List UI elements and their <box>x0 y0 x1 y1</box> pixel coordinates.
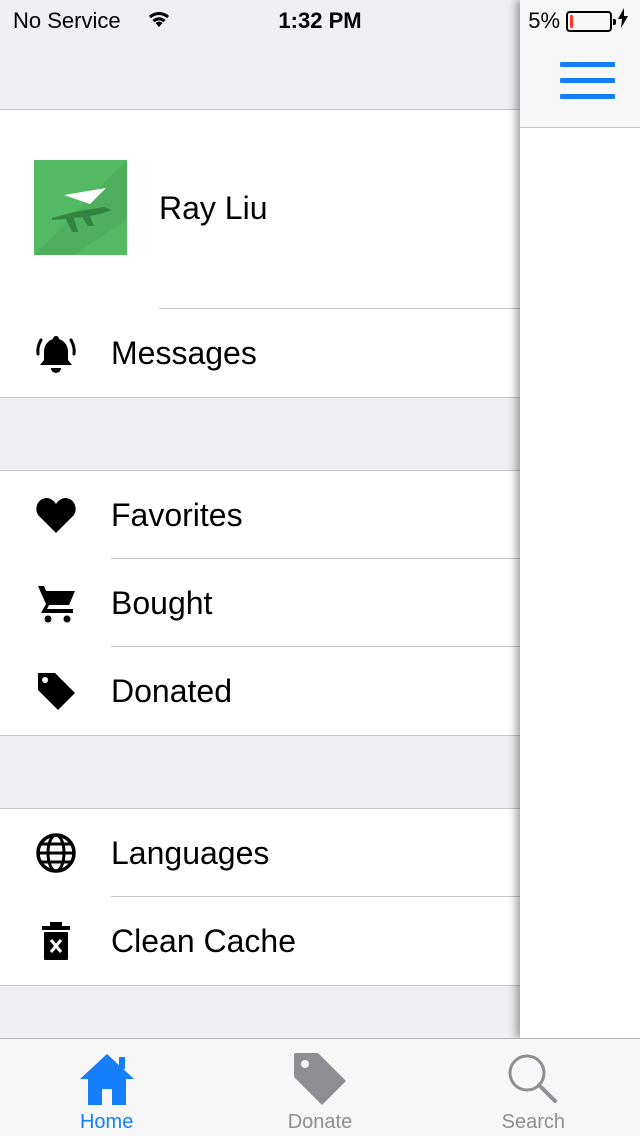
menu-item-messages[interactable]: Messages <box>0 309 520 397</box>
side-drawer: Ray Liu Messages Favorites Bought Donate… <box>0 0 520 1038</box>
activity-group: Favorites Bought Donated <box>0 470 520 736</box>
app-screen: Ray Liu Messages Favorites Bought Donate… <box>0 0 640 1136</box>
profile-row[interactable]: Ray Liu <box>0 110 520 309</box>
menu-item-clean-cache[interactable]: Clean Cache <box>0 897 520 985</box>
menu-item-label: Donated <box>111 672 232 709</box>
menu-item-label: Messages <box>111 334 257 371</box>
bolt-icon <box>618 8 628 34</box>
menu-item-label: Bought <box>111 584 213 621</box>
tab-donate[interactable]: Donate <box>213 1039 426 1136</box>
status-bar: No Service 1:32 PM 5% <box>0 0 640 40</box>
globe-icon <box>34 831 78 875</box>
profile-name: Ray Liu <box>159 190 268 226</box>
settings-group: Languages Clean Cache <box>0 808 520 986</box>
tab-label: Search <box>501 1111 565 1133</box>
section-gap <box>0 736 520 808</box>
cart-icon <box>34 581 78 625</box>
search-icon <box>503 1049 563 1109</box>
menu-item-languages[interactable]: Languages <box>0 809 520 897</box>
battery-icon <box>566 10 616 32</box>
tag-icon <box>34 669 78 713</box>
battery-indicator: 5% <box>528 8 628 34</box>
menu-item-label: Clean Cache <box>111 922 296 959</box>
tab-search[interactable]: Search <box>427 1039 640 1136</box>
menu-item-bought[interactable]: Bought <box>0 559 520 647</box>
menu-item-label: Favorites <box>111 496 243 533</box>
battery-percent: 5% <box>528 8 560 33</box>
section-gap <box>0 398 520 470</box>
tab-label: Home <box>79 1111 134 1133</box>
tab-home[interactable]: Home <box>0 1039 213 1136</box>
bell-icon <box>34 331 78 375</box>
menu-item-donated[interactable]: Donated <box>0 647 520 735</box>
tab-label: Donate <box>287 1111 353 1133</box>
main-content-panel[interactable] <box>520 0 640 1038</box>
heart-icon <box>34 493 78 537</box>
home-icon <box>77 1049 137 1109</box>
trash-icon <box>34 919 78 963</box>
menu-item-label: Languages <box>111 834 270 871</box>
paper-plane-avatar-icon <box>34 160 127 255</box>
menu-item-favorites[interactable]: Favorites <box>0 471 520 559</box>
tag-icon <box>290 1049 350 1109</box>
hamburger-icon[interactable] <box>560 62 615 102</box>
avatar[interactable] <box>34 160 127 255</box>
profile-group: Ray Liu Messages <box>0 110 520 398</box>
tab-bar: Home Donate Search <box>0 1038 640 1136</box>
